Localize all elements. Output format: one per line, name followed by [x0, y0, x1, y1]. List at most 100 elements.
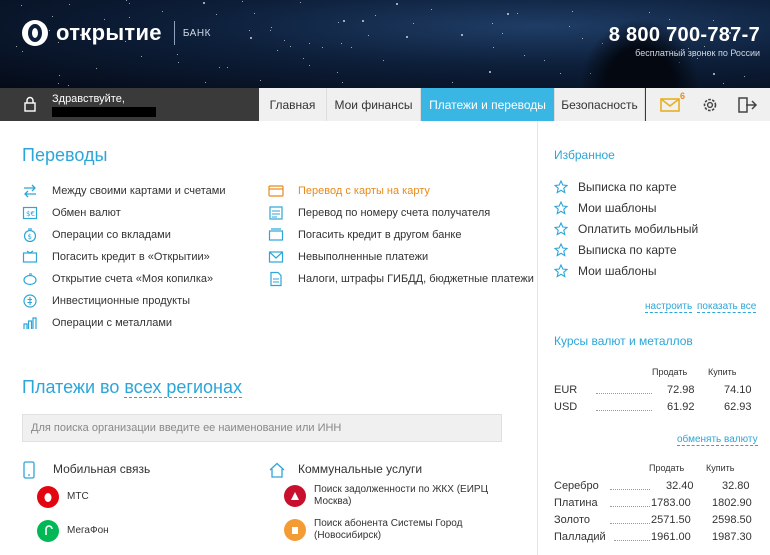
- sky-star: [431, 9, 432, 10]
- transfer-link-unfinished-payments[interactable]: Невыполненные платежи: [268, 248, 428, 266]
- metals-icon: [23, 317, 37, 329]
- provider-eirc-moscow[interactable]: Поиск задолженности по ЖКХ (ЕИРЦ Москва): [284, 484, 488, 508]
- tab-security[interactable]: Безопасность: [555, 88, 645, 121]
- transfer-link-label: Между своими картами и счетами: [52, 185, 226, 197]
- investment-icon: [23, 294, 37, 308]
- transfer-link-currency-exchange[interactable]: $€ Обмен валют: [22, 204, 121, 222]
- star-icon: [554, 222, 568, 236]
- lock-icon: [24, 96, 36, 112]
- provider-megafon[interactable]: МегаФон: [37, 520, 109, 542]
- credit-icon: [22, 250, 38, 263]
- sky-star: [544, 60, 545, 61]
- tab-payments-transfers[interactable]: Платежи и переводы: [421, 88, 555, 121]
- metal-row-silver: Серебро 32.40 32.80: [554, 480, 750, 492]
- sky-star: [205, 82, 206, 83]
- transfer-link-other-bank-credit[interactable]: Погасить кредит в другом банке: [268, 226, 461, 244]
- logout-icon[interactable]: [738, 96, 758, 114]
- sky-star: [21, 5, 22, 6]
- favorite-item[interactable]: Оплатить мобильный: [554, 222, 698, 236]
- sky-star: [572, 11, 573, 12]
- favorite-item[interactable]: Мои шаблоны: [554, 201, 657, 215]
- sky-star: [309, 43, 310, 44]
- sky-star: [96, 68, 97, 69]
- organization-search-input[interactable]: Для поиска организации введите ее наимен…: [22, 414, 502, 442]
- transfer-link-repay-credit[interactable]: Погасить кредит в «Открытии»: [22, 248, 210, 266]
- favorite-item[interactable]: Выписка по карте: [554, 243, 677, 257]
- metal-row-gold: Золото 2571.50 2598.50: [554, 514, 752, 526]
- sky-star: [126, 0, 127, 1]
- gear-icon[interactable]: [700, 96, 720, 114]
- transfer-link-deposits[interactable]: $ Операции со вкладами: [22, 226, 171, 244]
- logo-text: открытие: [56, 20, 162, 45]
- sistema-gorod-icon: [284, 519, 306, 541]
- hotline: 8 800 700-787-7 бесплатный звонок по Рос…: [609, 24, 760, 58]
- sky-star: [300, 2, 301, 3]
- transfer-link-investments[interactable]: Инвестиционные продукты: [22, 292, 190, 310]
- payments-title-prefix: Платежи во: [22, 377, 125, 397]
- transfer-link-own-cards[interactable]: Между своими картами и счетами: [22, 182, 226, 200]
- sky-star: [713, 20, 714, 21]
- mail-icon[interactable]: [660, 96, 680, 114]
- sky-star: [52, 16, 53, 17]
- sky-star: [59, 75, 60, 76]
- transfer-link-metals[interactable]: Операции с металлами: [22, 314, 172, 332]
- utilities-category-title[interactable]: Коммунальные услуги: [298, 462, 422, 476]
- transfer-link-label: Открытие счета «Моя копилка»: [52, 273, 214, 285]
- favorite-item[interactable]: Мои шаблоны: [554, 264, 657, 278]
- mobile-category-title[interactable]: Мобильная связь: [53, 462, 150, 476]
- sky-star: [129, 3, 130, 4]
- sky-star: [303, 58, 304, 59]
- sky-star: [162, 11, 163, 12]
- sky-star: [249, 30, 250, 31]
- exchange-currency-link[interactable]: обменять валюту: [677, 434, 758, 446]
- hotline-note: бесплатный звонок по России: [635, 48, 760, 58]
- sky-star: [452, 82, 453, 83]
- envelope-icon: [268, 251, 284, 263]
- sky-star: [284, 40, 285, 41]
- transfer-link-taxes-fines[interactable]: Налоги, штрафы ГИБДД, бюджетные платежи: [268, 270, 534, 288]
- sky-star: [560, 73, 561, 74]
- taxes-icon: [270, 271, 282, 287]
- deposit-icon: $: [23, 228, 37, 243]
- transfer-link-piggy-bank[interactable]: Открытие счета «Моя копилка»: [22, 270, 213, 288]
- sky-star: [309, 65, 310, 66]
- provider-sistema-gorod[interactable]: Поиск абонента Системы Город (Новосибирск…: [284, 518, 462, 542]
- favorite-item[interactable]: Выписка по карте: [554, 180, 677, 194]
- sky-star: [203, 2, 205, 4]
- transfer-link-account-number[interactable]: Перевод по номеру счета получателя: [268, 204, 490, 222]
- top-nav: Здравствуйте, Главная Мои финансы Платеж…: [0, 88, 770, 121]
- transfer-link-label: Операции с металлами: [52, 317, 173, 329]
- user-name-masked: [52, 107, 156, 117]
- regions-link[interactable]: всех регионах: [124, 377, 242, 398]
- right-sidebar: Избранное Выписка по карте Мои шаблоны О…: [537, 121, 770, 555]
- megafon-logo-icon: [37, 520, 59, 542]
- sky-star: [713, 73, 715, 75]
- transfer-link-card-to-card[interactable]: Перевод с карты на карту: [268, 182, 430, 200]
- favorites-show-all-link[interactable]: показать все: [697, 301, 757, 313]
- sky-star: [219, 67, 220, 68]
- tab-my-finances[interactable]: Мои финансы: [327, 88, 421, 121]
- sky-star: [271, 27, 272, 28]
- hotline-number: 8 800 700-787-7: [608, 24, 760, 46]
- tab-main[interactable]: Главная: [259, 88, 327, 121]
- sky-star: [502, 33, 503, 34]
- payments-title: Платежи во всех регионах: [22, 377, 242, 398]
- sky-star: [375, 15, 376, 16]
- provider-mts[interactable]: МТС: [37, 486, 89, 508]
- piggy-bank-icon: [23, 273, 37, 286]
- sky-star: [68, 85, 69, 86]
- card-to-card-icon: [268, 185, 284, 197]
- main-content: Переводы Между своими картами и счетами …: [0, 121, 537, 555]
- currency-row-eur: EUR 72.98 74.10: [554, 384, 752, 396]
- transfer-link-label: Обмен валют: [52, 207, 121, 219]
- transfer-link-label: Перевод с карты на карту: [298, 185, 430, 197]
- sky-star: [492, 23, 493, 24]
- metal-row-platinum: Платина 1783.00 1802.90: [554, 497, 752, 509]
- bank-logo[interactable]: открытие БАНК: [22, 20, 211, 46]
- header-banner: открытие БАНК 8 800 700-787-7 бесплатный…: [0, 0, 770, 88]
- sky-star: [69, 4, 70, 5]
- rates-buy-header: Купить: [708, 367, 737, 377]
- sky-star: [351, 47, 352, 48]
- favorites-configure-link[interactable]: настроить: [645, 301, 693, 313]
- favorites-title: Избранное: [554, 148, 615, 162]
